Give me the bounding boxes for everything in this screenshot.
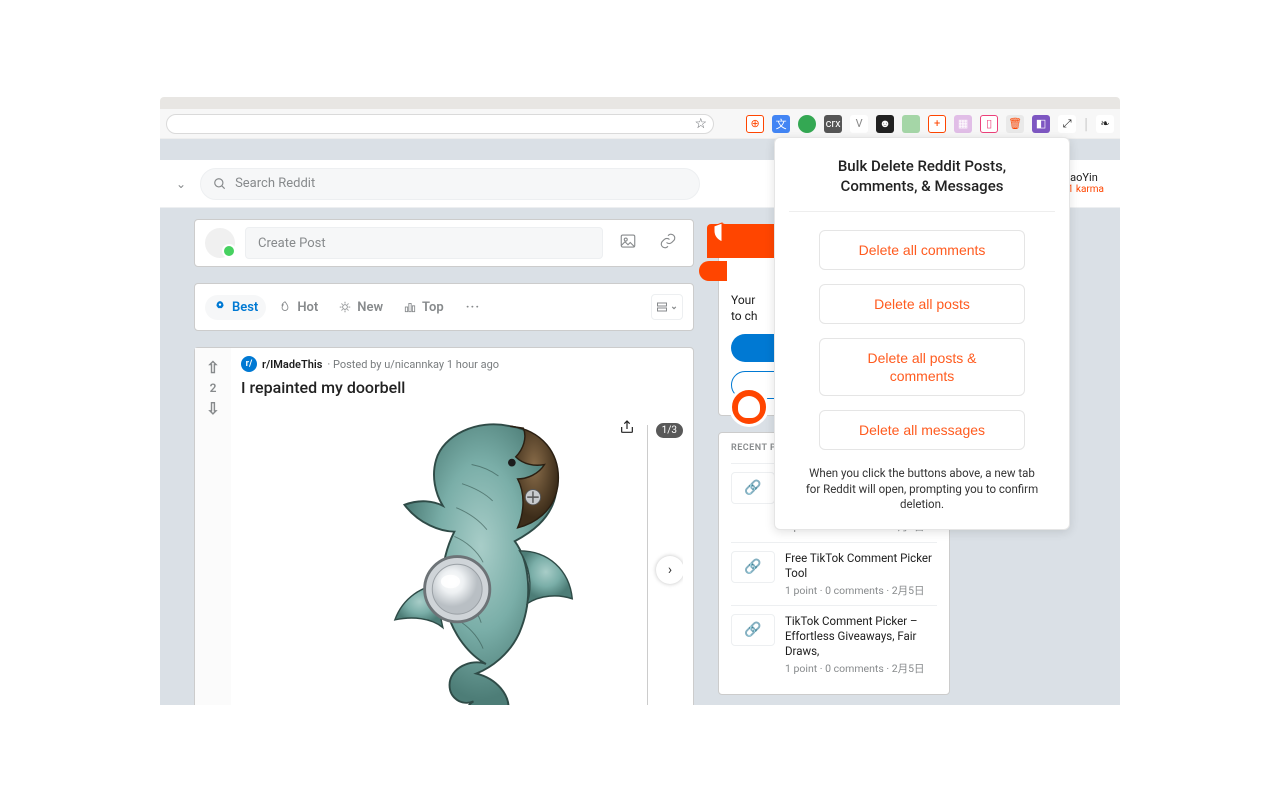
- ext-icon-plus[interactable]: +: [928, 115, 946, 133]
- post-byline: · Posted by u/nicannkay 1 hour ago: [327, 358, 499, 371]
- post-meta: r/ r/IMadeThis · Posted by u/nicannkay 1…: [241, 356, 683, 372]
- ext-icon-v[interactable]: V: [850, 115, 868, 133]
- post-card: ⇧ 2 ⇩ r/ r/IMadeThis · Posted by u/nican…: [194, 347, 694, 705]
- search-placeholder: Search Reddit: [235, 176, 315, 191]
- link-thumb-icon: 🔗: [731, 614, 775, 646]
- post-title[interactable]: I repainted my doorbell: [241, 378, 683, 397]
- sort-hot[interactable]: Hot: [270, 295, 326, 320]
- address-bar[interactable]: ☆: [166, 114, 714, 134]
- avatar[interactable]: [205, 228, 235, 258]
- alien-icon: [729, 387, 769, 427]
- create-post-card: Create Post: [194, 219, 694, 267]
- post-image[interactable]: 1/3 ›: [241, 407, 683, 705]
- delete-all-posts-button[interactable]: Delete all posts: [819, 284, 1025, 324]
- view-toggle[interactable]: ⌄: [651, 294, 683, 320]
- downvote-icon[interactable]: ⇩: [206, 399, 219, 418]
- upvote-icon[interactable]: ⇧: [206, 358, 219, 377]
- star-icon[interactable]: ☆: [694, 116, 707, 132]
- next-arrow-icon[interactable]: ›: [656, 556, 683, 584]
- popup-title: Bulk Delete Reddit Posts, Comments, & Me…: [789, 156, 1055, 212]
- search-icon: [213, 177, 227, 191]
- search-input[interactable]: Search Reddit: [200, 168, 700, 200]
- subreddit-icon[interactable]: r/: [241, 356, 257, 372]
- post-score: 2: [210, 381, 217, 395]
- seahorse-image: [322, 407, 602, 705]
- sort-bar: Best Hot New Top ···: [194, 283, 694, 331]
- recent-item-meta: 1 point · 0 comments · 2月5日: [785, 584, 937, 598]
- recent-item[interactable]: 🔗 Free TikTok Comment Picker Tool 1 poin…: [731, 542, 937, 606]
- create-post-input[interactable]: Create Post: [245, 227, 603, 259]
- ext-icon-translate[interactable]: 文: [772, 115, 790, 133]
- ext-icon-arrows[interactable]: ⤢: [1058, 115, 1076, 133]
- recent-item-title: Free TikTok Comment Picker Tool: [785, 551, 937, 581]
- recent-item-title: TikTok Comment Picker – Effortless Givea…: [785, 614, 937, 659]
- subreddit-name[interactable]: r/IMadeThis: [262, 358, 322, 371]
- extension-popup: Bulk Delete Reddit Posts, Comments, & Me…: [774, 137, 1070, 530]
- link-thumb-icon: 🔗: [731, 472, 775, 504]
- sort-new[interactable]: New: [330, 295, 391, 320]
- ext-icon-plant[interactable]: [902, 115, 920, 133]
- browser-toolbar: ☆ ⊕ 文 crx V ☻ + ▦ ▯ 🗑 ◧ ⤢ | ❧: [160, 109, 1120, 139]
- sort-top[interactable]: Top: [395, 295, 452, 320]
- ext-icon-leaf[interactable]: ❧: [1096, 115, 1114, 133]
- ext-icon-green[interactable]: [798, 115, 816, 133]
- bars-icon: [403, 300, 417, 314]
- link-icon[interactable]: [653, 232, 683, 254]
- sort-more[interactable]: ···: [458, 295, 488, 320]
- post-body: r/ r/IMadeThis · Posted by u/nicannkay 1…: [231, 348, 693, 705]
- delete-all-posts-comments-button[interactable]: Delete all posts & comments: [819, 338, 1025, 396]
- ext-icon-purple[interactable]: ▦: [954, 115, 972, 133]
- recent-item[interactable]: 🔗 TikTok Comment Picker – Effortless Giv…: [731, 605, 937, 683]
- share-icon[interactable]: [619, 419, 635, 439]
- ext-icon-1[interactable]: ⊕: [746, 115, 764, 133]
- recent-item-meta: 1 point · 0 comments · 2月5日: [785, 662, 937, 676]
- link-thumb-icon: 🔗: [731, 551, 775, 583]
- ext-icon-pink[interactable]: ▯: [980, 115, 998, 133]
- ext-icon-violet[interactable]: ◧: [1032, 115, 1050, 133]
- main-column: Create Post Best: [194, 219, 694, 705]
- image-icon[interactable]: [613, 232, 643, 254]
- ext-icon-face[interactable]: ☻: [876, 115, 894, 133]
- ext-icon-bulk-delete-active[interactable]: 🗑: [1006, 115, 1024, 133]
- popup-note: When you click the buttons above, a new …: [789, 460, 1055, 513]
- sort-best[interactable]: Best: [205, 295, 266, 320]
- browser-tab-strip: [160, 97, 1120, 109]
- fire-icon: [278, 300, 292, 314]
- sparkle-icon: [338, 300, 352, 314]
- delete-all-messages-button[interactable]: Delete all messages: [819, 410, 1025, 450]
- vote-column: ⇧ 2 ⇩: [195, 348, 231, 705]
- ext-icon-crx[interactable]: crx: [824, 115, 842, 133]
- shield-icon: [710, 221, 734, 245]
- sidebar-pill: [699, 261, 727, 281]
- page-indicator: 1/3: [656, 423, 683, 438]
- rocket-icon: [213, 300, 227, 314]
- delete-all-comments-button[interactable]: Delete all comments: [819, 230, 1025, 270]
- extension-icons: ⊕ 文 crx V ☻ + ▦ ▯ 🗑 ◧ ⤢ | ❧: [746, 114, 1114, 133]
- chevron-down-icon[interactable]: ⌄: [176, 177, 186, 191]
